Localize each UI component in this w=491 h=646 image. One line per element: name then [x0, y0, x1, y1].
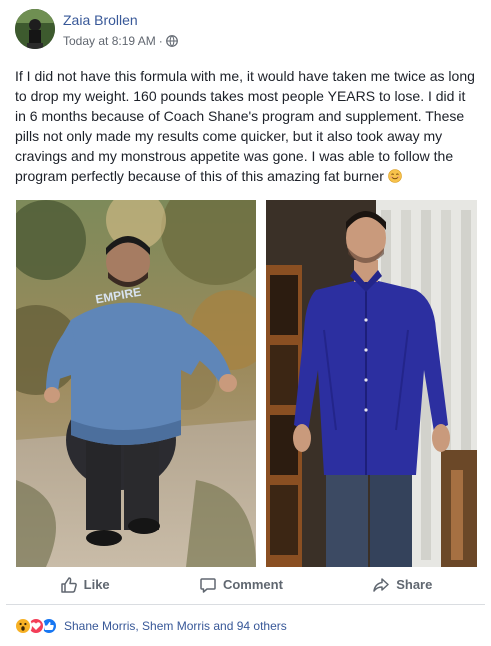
post-text: If I did not have this formula with me, … — [15, 66, 477, 186]
share-label: Share — [396, 577, 433, 592]
post-header: Zaia Brollen Today at 8:19 AM · — [15, 9, 475, 51]
before-photo-image: EMPIRE — [16, 200, 256, 567]
share-icon — [373, 577, 389, 592]
post-meta: Today at 8:19 AM · — [63, 34, 178, 48]
timestamp[interactable]: Today at 8:19 AM — [63, 34, 156, 48]
globe-icon[interactable] — [165, 35, 178, 47]
before-photo[interactable]: EMPIRE — [16, 200, 256, 567]
share-button[interactable]: Share — [362, 569, 442, 601]
comment-button[interactable]: Comment — [189, 569, 293, 601]
smiling-face-icon — [387, 169, 402, 183]
reaction-icons — [14, 617, 58, 635]
post-body: If I did not have this formula with me, … — [15, 68, 475, 184]
meta-separator: · — [158, 34, 163, 48]
wow-icon — [14, 617, 32, 635]
thumbs-up-icon — [60, 576, 77, 593]
like-label: Like — [83, 577, 110, 592]
like-button[interactable]: Like — [50, 569, 120, 601]
author-name[interactable]: Zaia Brollen — [63, 12, 138, 28]
comment-label: Comment — [222, 577, 283, 592]
reactions-bar[interactable]: Shane Morris, Shem Morris and 94 others — [14, 616, 287, 636]
avatar-image — [15, 9, 55, 49]
action-bar: Like Comment Share — [15, 568, 477, 601]
facebook-post: Zaia Brollen Today at 8:19 AM · If I did… — [0, 0, 491, 646]
comment-icon — [200, 577, 216, 593]
reaction-names[interactable]: Shane Morris, Shem Morris and 94 others — [64, 619, 287, 633]
after-photo-image — [266, 200, 477, 567]
avatar[interactable] — [15, 9, 55, 49]
after-photo[interactable] — [266, 200, 477, 567]
divider — [6, 604, 485, 605]
